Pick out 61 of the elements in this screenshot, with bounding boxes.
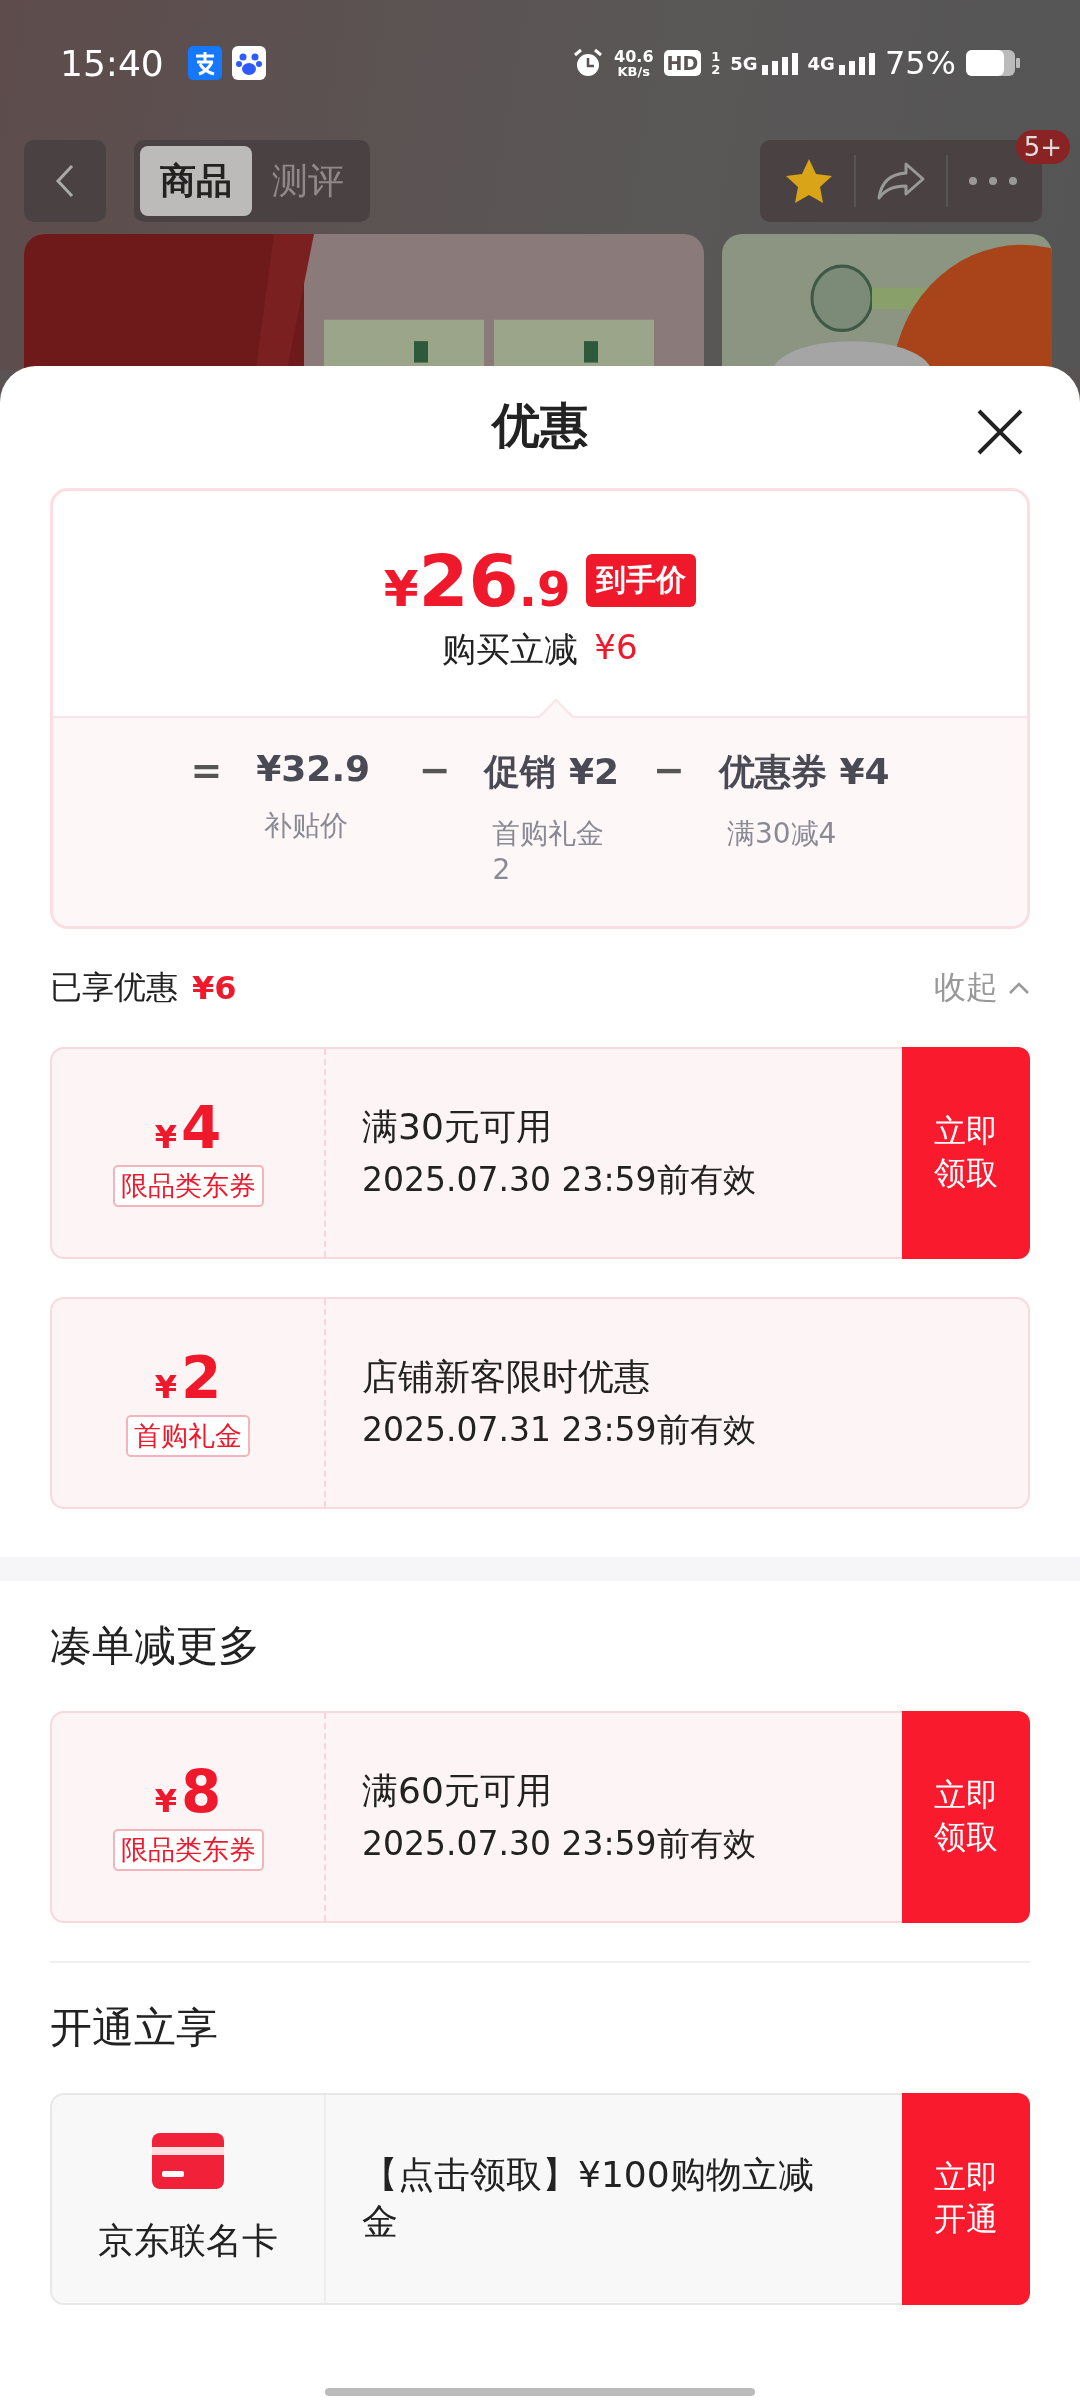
network-type: 4G	[807, 52, 835, 74]
claim-button[interactable]: 立即领取	[902, 1711, 1030, 1923]
status-time: 15:40	[60, 42, 164, 84]
price-term-note: 首购礼金2	[491, 816, 606, 886]
signal-icon	[838, 51, 875, 75]
coupon-tag: 限品类东券	[112, 1165, 264, 1207]
network-type: 5G	[730, 52, 758, 74]
claim-button[interactable]: 立即领取	[902, 1047, 1030, 1259]
open-button[interactable]: 立即开通	[902, 2093, 1030, 2305]
price-term-note: 补贴价	[263, 808, 350, 844]
credit-card-icon	[152, 2132, 224, 2189]
more-icon[interactable]	[968, 176, 1018, 186]
hd-badge: HD	[663, 50, 702, 76]
share-icon[interactable]	[876, 161, 926, 201]
coupon-amount: ¥2	[154, 1349, 222, 1407]
section-title: 凑单减更多	[49, 1620, 261, 1672]
minus-sign: −	[418, 748, 451, 792]
minus-sign: −	[653, 748, 685, 792]
net-speed-unit: KB/s	[617, 64, 650, 78]
final-price: ¥26.9	[383, 544, 571, 617]
caret-icon	[1008, 981, 1030, 995]
tab[interactable]: 测评	[252, 146, 364, 216]
card-offer-title: 【点击领取】¥100购物立减金	[362, 2153, 815, 2244]
app-icon	[187, 46, 222, 80]
net-speed: 40.6	[614, 48, 654, 65]
sim-number: 1	[711, 50, 721, 63]
star-icon[interactable]	[784, 157, 834, 205]
card-name: 京东联名卡	[98, 2218, 278, 2263]
enjoyed-label: 已享优惠	[50, 967, 178, 1008]
battery-percent: 75%	[884, 44, 956, 82]
coupon-tag: 限品类东券	[112, 1829, 264, 1871]
coupon-amount: ¥4	[154, 1099, 222, 1157]
price-term-note: 满30减4	[725, 816, 838, 852]
paw-app-icon	[231, 46, 266, 80]
alarm-icon	[572, 47, 605, 79]
sim-number: 2	[711, 63, 721, 76]
price-term: ¥32.9	[256, 748, 371, 789]
section-title: 开通立享	[49, 2002, 219, 2054]
collapse-toggle[interactable]: 收起	[934, 966, 1030, 1010]
equals-sign: =	[190, 748, 223, 792]
sheet-title: 优惠	[492, 396, 588, 455]
close-icon[interactable]	[976, 408, 1024, 456]
coupon-validity: 2025.07.31 23:59前有效	[362, 1409, 757, 1451]
saving-amount: ¥6	[594, 626, 638, 669]
price-term: 优惠券 ¥4	[718, 750, 890, 794]
saving-label: 购买立减	[442, 627, 579, 671]
coupon-title: 满60元可用	[362, 1769, 553, 1813]
coupon-validity: 2025.07.30 23:59前有效	[362, 1159, 757, 1201]
enjoyed-amount: ¥6	[192, 969, 237, 1007]
price-tag: 到手价	[586, 554, 697, 607]
coupon-title: 满30元可用	[362, 1105, 553, 1149]
back-icon	[55, 163, 75, 199]
coupon-title: 店铺新客限时优惠	[362, 1355, 651, 1399]
battery-icon	[966, 50, 1020, 76]
coupon-validity: 2025.07.30 23:59前有效	[362, 1823, 757, 1865]
signal-icon	[761, 51, 798, 75]
tab[interactable]: 商品	[140, 146, 252, 216]
price-term: 促销 ¥2	[484, 750, 620, 794]
notification-badge: 5+	[1015, 130, 1070, 164]
coupon-tag: 首购礼金	[126, 1415, 250, 1457]
coupon-amount: ¥8	[154, 1763, 222, 1821]
